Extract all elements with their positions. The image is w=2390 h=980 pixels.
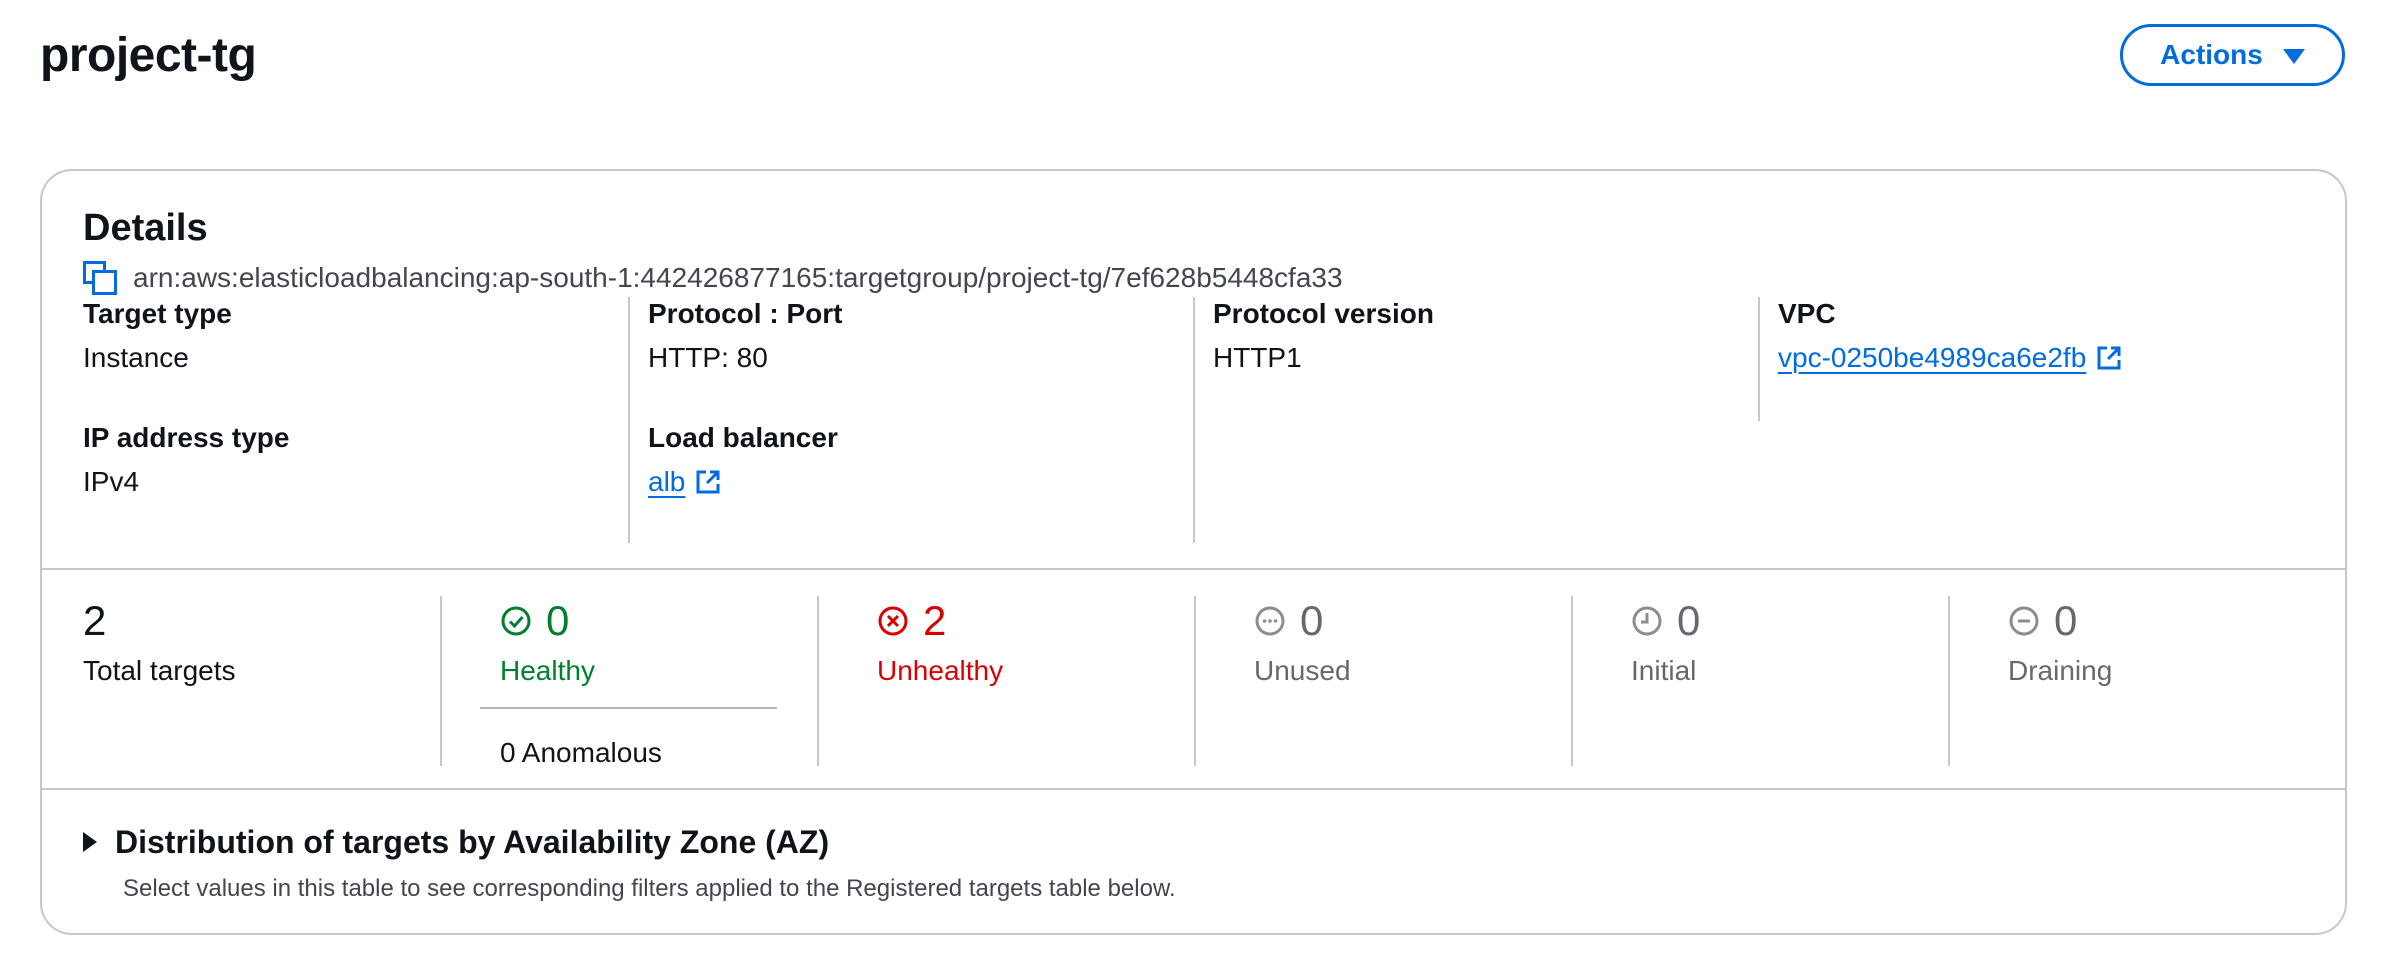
details-column-2: Protocol : Port HTTP: 80 Load balancer a…	[628, 297, 1195, 543]
divider	[42, 788, 2345, 790]
protocol-version-label: Protocol version	[1213, 298, 1434, 329]
draining-count[interactable]: 0	[2054, 596, 2077, 646]
az-distribution-section: Distribution of targets by Availability …	[83, 822, 1176, 904]
arn-row: arn:aws:elasticloadbalancing:ap-south-1:…	[83, 261, 1343, 295]
external-link-icon	[696, 470, 720, 494]
healthy-count[interactable]: 0	[546, 596, 569, 646]
anomalous-divider	[480, 707, 777, 709]
target-type-field: Target type Instance	[83, 297, 232, 375]
protocol-port-label: Protocol : Port	[648, 298, 843, 329]
external-link-icon	[2097, 346, 2121, 370]
initial-label: Initial	[1631, 655, 1697, 686]
clock-icon	[1632, 606, 1662, 636]
stat-draining: 0 Draining	[1948, 596, 2327, 766]
load-balancer-field: Load balancer alb	[648, 421, 838, 499]
target-type-value: Instance	[83, 342, 189, 373]
stat-unhealthy: 2 Unhealthy	[817, 596, 1196, 766]
unhealthy-label: Unhealthy	[877, 655, 1004, 686]
vpc-label: VPC	[1778, 298, 1836, 329]
az-distribution-title: Distribution of targets by Availability …	[115, 824, 830, 860]
total-targets-count: 2	[83, 597, 107, 644]
arn-text: arn:aws:elasticloadbalancing:ap-south-1:…	[133, 262, 1343, 293]
initial-count[interactable]: 0	[1677, 596, 1700, 646]
stat-initial: 0 Initial	[1571, 596, 1950, 766]
copy-icon[interactable]	[83, 261, 117, 295]
details-column-4: VPC vpc-0250be4989ca6e2fb	[1758, 297, 2320, 421]
check-circle-icon	[501, 606, 531, 636]
az-distribution-toggle[interactable]: Distribution of targets by Availability …	[83, 822, 1176, 862]
load-balancer-link[interactable]: alb	[648, 465, 721, 499]
ip-address-type-field: IP address type IPv4	[83, 421, 289, 499]
unhealthy-count[interactable]: 2	[923, 596, 946, 646]
ip-address-type-value: IPv4	[83, 466, 140, 497]
ellipsis-circle-icon	[1255, 606, 1285, 636]
stat-healthy: 0 Healthy 0 Anomalous	[440, 596, 819, 768]
anomalous-label: 0 Anomalous	[500, 737, 662, 768]
load-balancer-label: Load balancer	[648, 422, 838, 453]
protocol-port-value: HTTP: 80	[648, 342, 768, 373]
caret-down-icon	[2282, 48, 2305, 64]
stat-total-targets: 2 Total targets	[83, 596, 478, 766]
protocol-version-field: Protocol version HTTP1	[1213, 297, 1434, 375]
details-column-1: Target type Instance IP address type IPv…	[83, 297, 603, 543]
page-title: project-tg	[40, 29, 257, 82]
vpc-value: vpc-0250be4989ca6e2fb	[1778, 342, 2087, 373]
caret-right-icon	[83, 832, 97, 852]
ip-address-type-label: IP address type	[83, 422, 290, 453]
unused-count[interactable]: 0	[1300, 596, 1323, 646]
actions-button[interactable]: Actions	[2120, 24, 2345, 86]
divider	[42, 568, 2345, 570]
protocol-port-field: Protocol : Port HTTP: 80	[648, 297, 842, 375]
stat-unused: 0 Unused	[1194, 596, 1573, 766]
details-column-3: Protocol version HTTP1	[1193, 297, 1760, 543]
healthy-label: Healthy	[500, 655, 595, 686]
unused-label: Unused	[1254, 655, 1351, 686]
draining-label: Draining	[2008, 655, 2113, 686]
minus-circle-icon	[2009, 606, 2039, 636]
load-balancer-value: alb	[648, 466, 686, 497]
error-circle-icon	[878, 606, 908, 636]
target-type-label: Target type	[83, 298, 232, 329]
vpc-link[interactable]: vpc-0250be4989ca6e2fb	[1778, 341, 2122, 375]
total-targets-label: Total targets	[83, 655, 236, 686]
actions-label: Actions	[2160, 39, 2263, 70]
vpc-field: VPC vpc-0250be4989ca6e2fb	[1778, 297, 2122, 375]
details-title: Details	[83, 207, 208, 249]
protocol-version-value: HTTP1	[1213, 342, 1302, 373]
details-container: Details arn:aws:elasticloadbalancing:ap-…	[40, 169, 2347, 935]
az-distribution-description: Select values in this table to see corre…	[123, 875, 1176, 902]
